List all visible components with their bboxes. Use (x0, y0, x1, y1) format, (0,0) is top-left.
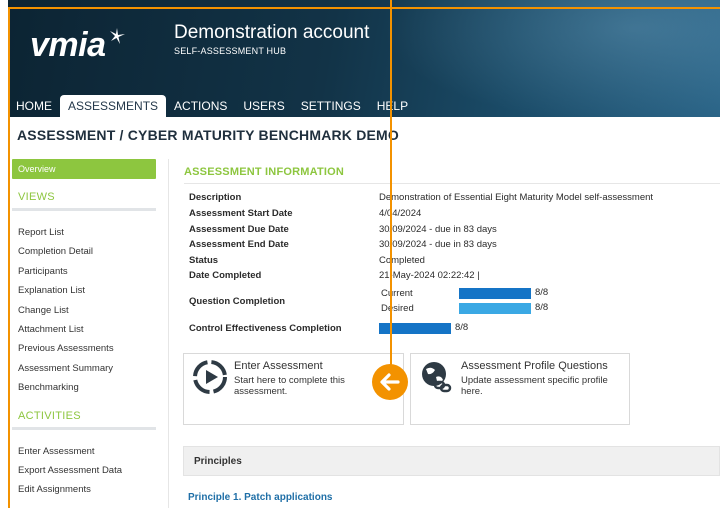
sidebar-overview-button[interactable]: Overview (12, 159, 156, 179)
current-label: Current (381, 288, 413, 299)
principles-label: Principles (194, 456, 242, 467)
start-date-label: Assessment Start Date (189, 208, 293, 219)
account-subtitle: SELF-ASSESSMENT HUB (174, 46, 287, 56)
assessment-info-heading: ASSESSMENT INFORMATION (184, 166, 345, 178)
control-count: 8/8 (455, 322, 469, 333)
sidebar-item-attachment-list[interactable]: Attachment List (12, 320, 158, 339)
annotation-pointer-line (390, 0, 392, 370)
sidebar-item-participants[interactable]: Participants (12, 262, 158, 281)
account-title: Demonstration account (174, 22, 370, 43)
nav-users[interactable]: USERS (235, 95, 292, 117)
start-date-value: 4/04/2024 (379, 208, 422, 219)
current-count: 8/8 (535, 287, 549, 298)
app-header: vmia Demonstration account SELF-ASSESSME… (8, 0, 720, 117)
annotation-arrow-left-icon (372, 364, 408, 400)
sidebar-item-export-assessment-data[interactable]: Export Assessment Data (12, 461, 158, 480)
sidebar-item-enter-assessment[interactable]: Enter Assessment (12, 442, 158, 461)
profile-questions-desc: Update assessment specific profile here. (461, 375, 608, 397)
globe-link-icon (417, 357, 457, 402)
current-progress-fill (459, 288, 531, 299)
page-title: ASSESSMENT / CYBER MATURITY BENCHMARK DE… (17, 127, 400, 143)
sidebar-activities-heading: ACTIVITIES (12, 410, 156, 430)
desired-label: Desired (381, 303, 414, 314)
nav-assessments[interactable]: ASSESSMENTS (60, 95, 167, 117)
play-icon (190, 357, 230, 402)
enter-assessment-desc: Start here to complete this assessment. (234, 375, 345, 397)
profile-questions-card[interactable]: Assessment Profile Questions Update asse… (410, 353, 630, 425)
sidebar-item-assessment-summary[interactable]: Assessment Summary (12, 359, 158, 378)
end-date-label: Assessment End Date (189, 239, 289, 250)
sidebar-item-report-list[interactable]: Report List (12, 223, 158, 242)
date-completed-label: Date Completed (189, 270, 262, 281)
sidebar: Overview VIEWS Report List Completion De… (12, 159, 158, 500)
enter-assessment-card[interactable]: Enter Assessment Start here to complete … (183, 353, 404, 425)
control-effectiveness-label: Control Effectiveness Completion (189, 323, 342, 334)
heading-divider (184, 183, 720, 184)
status-value: Completed (379, 255, 425, 266)
enter-assessment-title: Enter Assessment (234, 360, 323, 372)
sidebar-item-completion-detail[interactable]: Completion Detail (12, 242, 158, 261)
sidebar-activities-list: Enter Assessment Export Assessment Data … (12, 442, 158, 500)
principle-1-link[interactable]: Principle 1. Patch applications (188, 492, 333, 503)
sidebar-views-list: Report List Completion Detail Participan… (12, 223, 158, 398)
sidebar-views-heading: VIEWS (12, 191, 156, 211)
principles-section-header: Principles (183, 446, 720, 476)
desired-progress-fill (459, 303, 531, 314)
description-value: Demonstration of Essential Eight Maturit… (379, 192, 654, 203)
sidebar-item-previous-assessments[interactable]: Previous Assessments (12, 339, 158, 358)
end-date-value: 30/09/2024 - due in 83 days (379, 239, 497, 250)
desired-progress-bar (459, 303, 531, 314)
current-progress-bar (459, 288, 531, 299)
nav-actions[interactable]: ACTIONS (166, 95, 235, 117)
description-label: Description (189, 192, 242, 203)
sidebar-item-explanation-list[interactable]: Explanation List (12, 281, 158, 300)
main-nav: HOME ASSESSMENTS ACTIONS USERS SETTINGS … (8, 94, 416, 117)
sidebar-item-change-list[interactable]: Change List (12, 301, 158, 320)
question-completion-label: Question Completion (189, 296, 286, 307)
due-date-value: 30/09/2024 - due in 83 days (379, 224, 497, 235)
sidebar-item-edit-assignments[interactable]: Edit Assignments (12, 480, 158, 499)
date-completed-value: 21-May-2024 02:22:42 | (379, 270, 480, 281)
logo-text: vmia (30, 26, 106, 64)
sidebar-item-benchmarking[interactable]: Benchmarking (12, 378, 158, 397)
profile-questions-title: Assessment Profile Questions (461, 360, 608, 372)
status-label: Status (189, 255, 219, 266)
vmia-logo[interactable]: vmia (30, 26, 126, 64)
due-date-label: Assessment Due Date (189, 224, 289, 235)
nav-home[interactable]: HOME (8, 95, 60, 117)
nav-settings[interactable]: SETTINGS (293, 95, 369, 117)
logo-star-icon (108, 26, 126, 51)
sidebar-divider (168, 159, 169, 508)
desired-count: 8/8 (535, 302, 549, 313)
nav-help[interactable]: HELP (369, 95, 416, 117)
